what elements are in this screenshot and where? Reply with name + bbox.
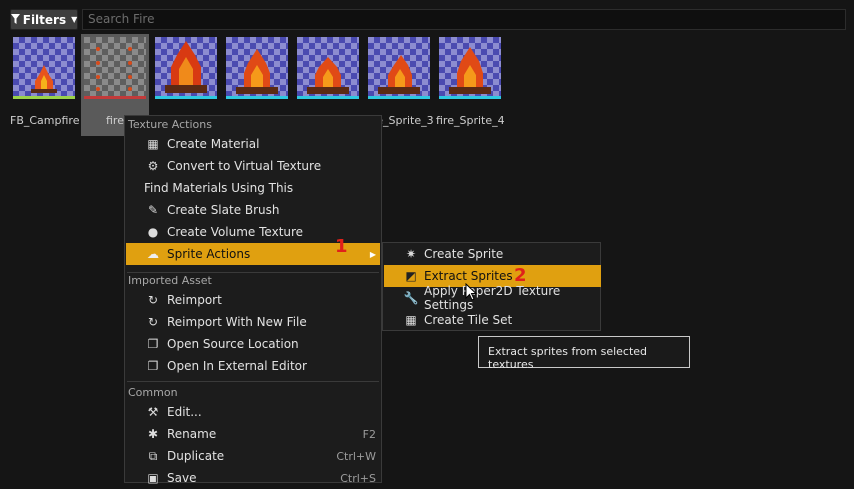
filters-button[interactable]: Filters ▼: [10, 9, 78, 30]
menu-item-find-materials[interactable]: Find Materials Using This: [126, 177, 380, 199]
sprite-star-icon: ✷: [405, 247, 417, 261]
filter-icon: [10, 13, 20, 27]
asset-label: fire_Sprite_4: [436, 114, 505, 127]
filters-label: Filters: [22, 12, 67, 27]
rename-icon: ✱: [147, 427, 159, 441]
context-menu: Texture Actions ▦ Create Material ⚙ Conv…: [124, 115, 382, 485]
submenu-item-create-sprite[interactable]: ✷ Create Sprite: [384, 243, 601, 265]
section-header-common: Common: [128, 386, 178, 399]
search-input[interactable]: Search Fire: [82, 9, 846, 30]
tooltip: Extract sprites from selected textures: [478, 336, 690, 371]
flame-icon: [307, 57, 349, 94]
flame-icon: [165, 41, 207, 93]
flame-icon: [236, 49, 278, 94]
flame-icon: [31, 65, 57, 93]
section-header-imported-asset: Imported Asset: [128, 274, 212, 287]
menu-separator: [127, 381, 379, 382]
menu-item-reimport-new-file[interactable]: ↻ Reimport With New File: [126, 311, 380, 333]
asset-tile-fb-campfire[interactable]: FB_Campfire: [10, 34, 80, 136]
folder-icon: ❐: [147, 337, 159, 351]
menu-item-duplicate[interactable]: ⧉ Duplicate Ctrl+W: [126, 445, 380, 467]
hammer-icon: ⚒: [147, 405, 159, 419]
external-editor-icon: ❐: [147, 359, 159, 373]
menu-separator: [127, 272, 379, 273]
section-header-texture-actions: Texture Actions: [128, 118, 212, 131]
sprite-actions-submenu: ✷ Create Sprite ◩ Extract Sprites 🔧 Appl…: [382, 242, 601, 331]
annotation-2: 2: [514, 265, 527, 286]
sphere-icon: ●: [147, 225, 159, 239]
annotation-1: 1: [335, 236, 348, 257]
menu-item-create-slate-brush[interactable]: ✎ Create Slate Brush: [126, 199, 380, 221]
shortcut-label: Ctrl+W: [336, 449, 376, 463]
menu-item-save[interactable]: ▣ Save Ctrl+S: [126, 467, 380, 489]
menu-item-open-external-editor[interactable]: ❐ Open In External Editor: [126, 355, 380, 377]
asset-thumbnail: [226, 37, 288, 99]
asset-label: FB_Campfire: [10, 114, 80, 127]
menu-item-rename[interactable]: ✱ Rename F2: [126, 423, 380, 445]
asset-thumbnail: [84, 37, 146, 99]
asset-thumbnail: [297, 37, 359, 99]
flame-icon: [378, 55, 420, 94]
brush-icon: ✎: [147, 203, 159, 217]
duplicate-icon: ⧉: [148, 448, 158, 463]
asset-thumbnail: [439, 37, 501, 99]
extract-icon: ◩: [405, 269, 417, 283]
menu-item-open-source-location[interactable]: ❐ Open Source Location: [126, 333, 380, 355]
wrench-icon: 🔧: [403, 291, 419, 305]
asset-thumbnail: [13, 37, 75, 99]
asset-thumbnail: [155, 37, 217, 99]
submenu-item-create-tile-set[interactable]: ▦ Create Tile Set: [384, 309, 601, 331]
menu-item-convert-virtual-texture[interactable]: ⚙ Convert to Virtual Texture: [126, 155, 380, 177]
chevron-right-icon: ▶: [369, 249, 376, 259]
flame-icon: [449, 47, 491, 94]
mouse-cursor-icon: [465, 283, 478, 301]
tile-set-icon: ▦: [405, 313, 417, 327]
menu-item-reimport[interactable]: ↻ Reimport: [126, 289, 380, 311]
submenu-item-apply-paper2d[interactable]: 🔧 Apply Paper2D Texture Settings: [384, 284, 601, 312]
sprite-icon: ☁: [147, 247, 159, 261]
menu-item-create-material[interactable]: ▦ Create Material: [126, 133, 380, 155]
ember-dots-icon: [96, 47, 132, 91]
shortcut-label: F2: [362, 427, 376, 441]
material-icon: ▦: [147, 137, 159, 151]
virtual-texture-icon: ⚙: [147, 159, 159, 173]
asset-tile-fire-sprite-4[interactable]: fire_Sprite_4: [436, 34, 505, 136]
asset-thumbnail: [368, 37, 430, 99]
reimport-icon: ↻: [147, 315, 159, 329]
reimport-icon: ↻: [147, 293, 159, 307]
menu-item-edit[interactable]: ⚒ Edit...: [126, 401, 380, 423]
chevron-down-icon: ▼: [71, 15, 78, 24]
